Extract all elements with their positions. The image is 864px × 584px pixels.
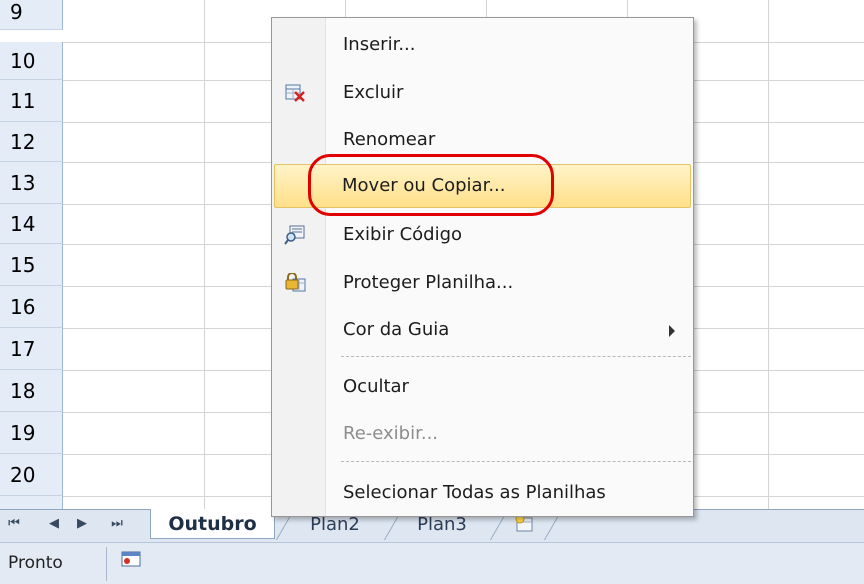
row-header[interactable]: 13 <box>0 162 63 204</box>
prev-sheet-button[interactable]: ◀ <box>45 516 63 531</box>
menu-item-ocultar[interactable]: Ocultar <box>274 367 691 409</box>
row-header[interactable]: 18 <box>0 370 63 412</box>
row-header[interactable]: 9 <box>0 0 63 30</box>
first-sheet-button[interactable]: ⏮ <box>5 516 23 531</box>
menu-item-label: Selecionar Todas as Planilhas <box>343 482 606 503</box>
macro-record-icon[interactable] <box>121 551 141 567</box>
menu-item-proteger-planilha[interactable]: Proteger Planilha... <box>274 263 691 305</box>
menu-item-label: Excluir <box>343 82 404 103</box>
menu-item-label: Cor da Guia <box>343 319 450 340</box>
menu-item-label: Renomear <box>343 129 436 150</box>
menu-item-label: Proteger Planilha... <box>343 272 514 293</box>
menu-item-label: Ocultar <box>343 376 409 397</box>
row-header[interactable]: 16 <box>0 286 63 328</box>
row-header[interactable]: 19 <box>0 412 63 454</box>
menu-item-excluir[interactable]: Excluir <box>274 73 691 115</box>
protect-sheet-icon <box>285 273 306 292</box>
view-code-icon <box>284 225 305 245</box>
row-header[interactable]: 10 <box>0 42 63 80</box>
red-highlight-annotation <box>308 154 554 216</box>
next-sheet-button[interactable]: ▶ <box>73 516 91 531</box>
menu-item-exibir-codigo[interactable]: Exibir Código <box>274 215 691 257</box>
menu-item-label: Inserir... <box>343 34 416 55</box>
menu-item-selecionar-todas[interactable]: Selecionar Todas as Planilhas <box>274 473 691 515</box>
row-header[interactable]: 12 <box>0 122 63 162</box>
menu-item-label: Exibir Código <box>343 224 463 245</box>
last-sheet-button[interactable]: ⏭ <box>108 516 126 531</box>
menu-item-re-exibir: Re-exibir... <box>274 414 691 456</box>
insert-sheet-icon[interactable] <box>512 514 538 534</box>
status-divider <box>106 547 107 581</box>
row-header[interactable]: 14 <box>0 204 63 244</box>
row-header[interactable]: 20 <box>0 454 63 496</box>
row-header[interactable]: 17 <box>0 328 63 370</box>
submenu-arrow-icon <box>669 325 675 337</box>
menu-item-inserir[interactable]: Inserir... <box>274 25 691 67</box>
gridline <box>768 0 769 509</box>
sheet-context-menu: Inserir... Excluir Renomear Mover ou Cop… <box>271 17 694 517</box>
row-header[interactable]: 11 <box>0 80 63 122</box>
menu-item-label: Re-exibir... <box>343 423 439 444</box>
delete-sheet-icon <box>285 84 305 102</box>
row-header <box>0 496 63 509</box>
menu-separator <box>341 461 691 462</box>
menu-item-cor-da-guia[interactable]: Cor da Guia <box>274 310 691 352</box>
status-text: Pronto <box>8 553 63 573</box>
gridline <box>204 0 205 509</box>
sheet-tab-outubro[interactable]: Outubro <box>150 509 275 539</box>
status-bar: Pronto <box>0 542 864 584</box>
menu-separator <box>341 356 691 357</box>
row-header[interactable]: 15 <box>0 244 63 286</box>
